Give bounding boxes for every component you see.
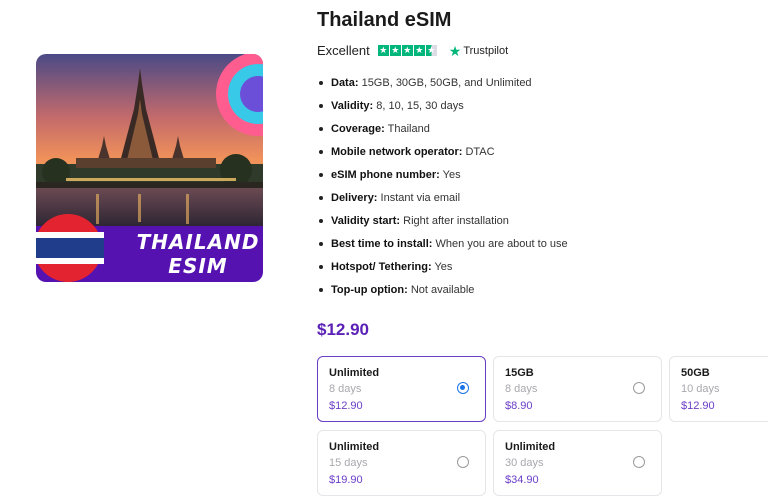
product-title: Thailand eSIM [317,9,452,31]
star-rating: ★ ★ ★ ★ ★ [377,45,437,56]
star-icon: ★ [389,45,401,56]
plan-name: Unlimited [329,441,380,453]
plan-days: 8 days [329,383,362,395]
plan-option-card[interactable]: Unlimited 8 days $12.90 [317,356,486,422]
plan-name: 15GB [505,367,534,379]
list-item: Hotspot/ Tethering: Yes [317,260,568,283]
list-item: Best time to install: When you are about… [317,237,568,260]
plan-option-card[interactable]: Unlimited 15 days $19.90 [317,430,486,496]
promo-text-line1: THAILAND [136,230,260,254]
plan-days: 15 days [329,457,368,469]
list-item: eSIM phone number: Yes [317,168,568,191]
trustpilot-logo[interactable]: ★ Trustpilot [449,44,508,58]
plan-name: 50GB [681,367,710,379]
list-item: Coverage: Thailand [317,122,568,145]
feature-list: Data: 15GB, 30GB, 50GB, and Unlimited Va… [317,76,568,306]
product-price: $12.90 [317,320,369,339]
list-item: Mobile network operator: DTAC [317,145,568,168]
rating-label: Excellent [317,43,370,58]
star-icon: ★ [377,45,389,56]
list-item: Data: 15GB, 30GB, 50GB, and Unlimited [317,76,568,99]
plan-price: $12.90 [681,400,715,412]
promo-text-line2: ESIM [168,254,228,278]
list-item: Delivery: Instant via email [317,191,568,214]
star-icon: ★ [401,45,413,56]
list-item: Top-up option: Not available [317,283,568,306]
radio-unselected-icon[interactable] [633,456,645,468]
trustpilot-star-icon: ★ [448,42,462,59]
plan-option-card[interactable]: Unlimited 30 days $34.90 [493,430,662,496]
radio-selected-icon[interactable] [457,382,469,394]
trustpilot-label: Trustpilot [463,44,509,57]
radio-unselected-icon[interactable] [457,456,469,468]
plan-price: $8.90 [505,400,533,412]
plan-days: 8 days [505,383,538,395]
star-icon: ★ [413,45,425,56]
plan-days: 30 days [505,457,544,469]
product-image: THAILAND ESIM [36,54,263,282]
radio-unselected-icon[interactable] [633,382,645,394]
plan-option-card[interactable]: 50GB 10 days $12.90 [669,356,768,422]
list-item: Validity: 8, 10, 15, 30 days [317,99,568,122]
plan-price: $19.90 [329,474,363,486]
rating-row: Excellent ★ ★ ★ ★ ★ ★ Trustpilot [317,43,508,58]
plan-days: 10 days [681,383,720,395]
plan-price: $34.90 [505,474,539,486]
plan-option-card[interactable]: 15GB 8 days $8.90 [493,356,662,422]
plan-price: $12.90 [329,400,363,412]
list-item: Validity start: Right after installation [317,214,568,237]
half-star-icon: ★ [425,45,437,56]
plan-name: Unlimited [505,441,556,453]
plan-name: Unlimited [329,367,380,379]
